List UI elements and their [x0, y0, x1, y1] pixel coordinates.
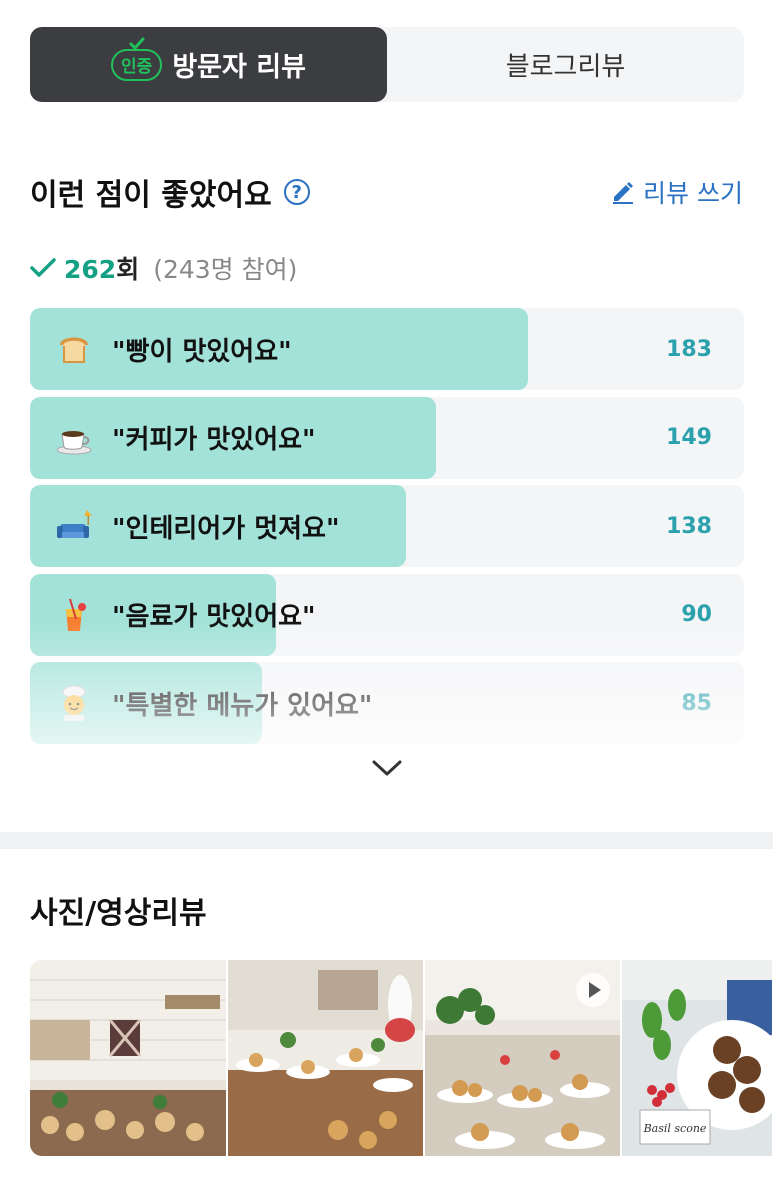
good-point-item[interactable]: "빵이 맛있어요" 183: [30, 308, 744, 390]
photo-sign-text: Basil scone: [643, 1122, 707, 1135]
good-point-item[interactable]: "커피가 맛있어요" 149: [30, 396, 744, 479]
question-circle-icon[interactable]: ?: [283, 179, 310, 205]
tab-blog-review[interactable]: 블로그리뷰: [387, 27, 744, 102]
review-tabs: 인증 방문자 리뷰 블로그리뷰: [30, 27, 744, 102]
participant-count: (243명 참여): [153, 255, 298, 284]
write-review-label: 리뷰 쓰기: [643, 179, 743, 208]
vote-summary: 262회 (243명 참여): [30, 250, 297, 286]
good-points-title: 이런 점이 좋았어요 ?: [30, 170, 310, 214]
play-video-icon[interactable]: [575, 972, 611, 1008]
good-point-label: "커피가 맛있어요": [112, 425, 316, 455]
review-photo[interactable]: Basil scone: [622, 960, 772, 1156]
tropical-drink-icon: [66, 598, 86, 631]
good-point-count: 138: [666, 513, 712, 539]
good-point-label: "특별한 메뉴가 있어요": [112, 690, 373, 721]
checkmark-icon: [30, 258, 56, 277]
good-point-count: 183: [666, 336, 712, 362]
bread-icon: [60, 337, 88, 363]
section-divider: [0, 832, 773, 849]
good-point-count: 85: [681, 690, 712, 716]
review-photo[interactable]: [228, 960, 423, 1156]
good-point-label: "음료가 맛있어요": [112, 602, 316, 632]
good-point-count: 90: [681, 602, 712, 627]
good-points-list: "빵이 맛있어요" 183 "커피가 맛있어요" 149 "인테리어가 멋져요"…: [30, 308, 744, 751]
vote-unit: 회: [116, 255, 140, 284]
tab-visitor-review[interactable]: 인증 방문자 리뷰: [30, 27, 387, 102]
good-point-count: 149: [666, 425, 712, 450]
photo-review-title: 사진/영상리뷰: [30, 896, 207, 931]
good-point-item[interactable]: "인테리어가 멋져요" 138: [30, 485, 744, 567]
vote-count: 262: [64, 255, 117, 284]
check-icon: [129, 37, 145, 50]
coffee-icon: [56, 430, 92, 454]
chevron-down-icon[interactable]: [370, 756, 404, 780]
write-review-button[interactable]: 리뷰 쓰기: [611, 174, 743, 210]
sofa-icon: [57, 510, 92, 538]
certified-badge-label: 인증: [121, 57, 153, 77]
photo-review-strip: Basil scone: [30, 960, 773, 1156]
pencil-icon: [613, 182, 634, 204]
good-point-label: "인테리어가 멋져요": [112, 513, 340, 544]
good-point-item[interactable]: "특별한 메뉴가 있어요" 85: [30, 662, 744, 744]
good-point-label: "빵이 맛있어요": [112, 336, 292, 367]
tab-blog-review-label: 블로그리뷰: [505, 52, 626, 82]
chef-icon: [62, 685, 86, 721]
good-point-item[interactable]: "음료가 맛있어요" 90: [30, 573, 744, 656]
review-photo[interactable]: [30, 960, 226, 1156]
good-points-title-text: 이런 점이 좋았어요: [30, 178, 272, 213]
certified-badge: 인증: [111, 37, 163, 81]
tab-visitor-review-label: 방문자 리뷰: [172, 52, 306, 83]
